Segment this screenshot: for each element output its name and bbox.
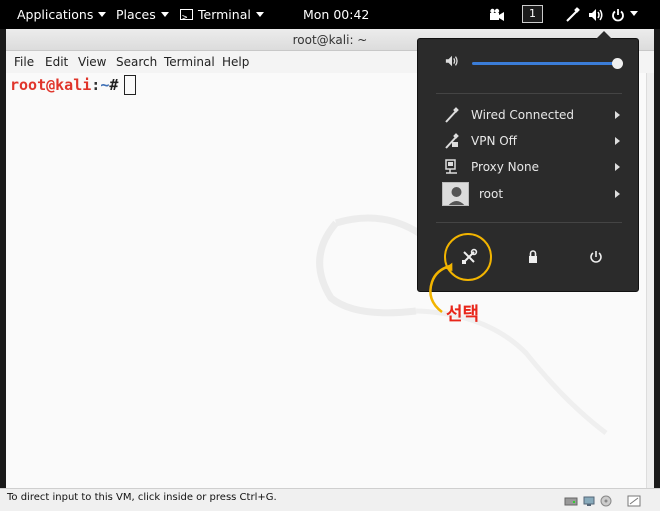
menu-terminal[interactable]: Terminal — [164, 51, 215, 73]
places-menu[interactable]: Places — [116, 0, 169, 29]
network-wired-icon — [445, 107, 459, 123]
power-icon — [590, 251, 602, 263]
vpn-icon — [445, 133, 459, 149]
hard-disk-icon[interactable] — [564, 492, 578, 506]
user-avatar — [442, 182, 469, 206]
vpn-off-label: VPN Off — [471, 134, 517, 148]
divider — [436, 93, 622, 94]
chevron-right-icon — [615, 111, 620, 119]
lock-button[interactable] — [519, 244, 547, 270]
chevron-right-icon — [615, 163, 620, 171]
chevron-down-icon — [98, 12, 107, 17]
terminal-icon — [180, 4, 193, 33]
top-panel: Applications Places Terminal Mon 00:42 1 — [0, 0, 660, 33]
menu-row-wired[interactable]: Wired Connected — [418, 102, 640, 128]
network-wired-icon[interactable] — [565, 0, 581, 29]
volume-icon — [445, 54, 459, 71]
menu-row-vpn[interactable]: VPN Off — [418, 128, 640, 154]
menu-row-user[interactable]: root — [418, 181, 640, 207]
menu-view[interactable]: View — [78, 51, 106, 73]
prompt-colon: : — [91, 76, 101, 94]
chevron-right-icon — [615, 190, 620, 198]
text-cursor — [124, 75, 137, 95]
prompt-symbol: # — [109, 76, 119, 94]
system-menu-button[interactable] — [611, 0, 638, 29]
workspace-indicator[interactable]: 1 — [522, 5, 543, 23]
network-adapter-icon[interactable] — [582, 492, 596, 506]
prompt-directory: ~ — [100, 76, 110, 94]
vm-status-bar: To direct input to this VM, click inside… — [0, 488, 660, 511]
menu-search[interactable]: Search — [116, 51, 157, 73]
power-off-button[interactable] — [582, 244, 610, 270]
cd-rom-icon[interactable] — [599, 492, 613, 507]
prompt-user-host: root@kali — [10, 76, 92, 94]
annotation-label: 선택 — [446, 304, 480, 325]
applications-menu[interactable]: Applications — [17, 0, 107, 29]
wired-connected-label: Wired Connected — [471, 108, 575, 122]
lock-icon — [529, 250, 537, 263]
video-camera-icon[interactable] — [489, 0, 505, 29]
user-name-label: root — [479, 187, 504, 201]
terminal-scrollbar[interactable] — [646, 73, 654, 488]
chevron-right-icon — [615, 137, 620, 145]
proxy-icon — [445, 159, 459, 175]
clock[interactable]: Mon 00:42 — [303, 0, 369, 29]
places-label: Places — [116, 7, 156, 22]
volume-icon[interactable] — [588, 0, 604, 29]
applications-label: Applications — [17, 7, 94, 22]
vm-message-icon[interactable] — [627, 492, 641, 507]
divider — [436, 222, 622, 223]
shell-prompt: root@kali:~# — [10, 75, 137, 95]
menu-file[interactable]: File — [14, 51, 34, 73]
menu-row-proxy[interactable]: Proxy None — [418, 154, 640, 180]
chevron-down-icon — [630, 11, 638, 16]
volume-slider-handle[interactable] — [612, 58, 623, 69]
vm-status-text: To direct input to this VM, click inside… — [7, 492, 277, 503]
terminal-app-menu[interactable]: Terminal — [180, 0, 264, 33]
menu-help[interactable]: Help — [222, 51, 249, 73]
terminal-app-label: Terminal — [198, 7, 251, 22]
power-icon — [612, 8, 624, 21]
menu-edit[interactable]: Edit — [45, 51, 68, 73]
chevron-down-icon — [160, 12, 169, 17]
volume-slider-track[interactable] — [472, 62, 619, 65]
chevron-down-icon — [255, 12, 264, 17]
proxy-none-label: Proxy None — [471, 160, 539, 174]
